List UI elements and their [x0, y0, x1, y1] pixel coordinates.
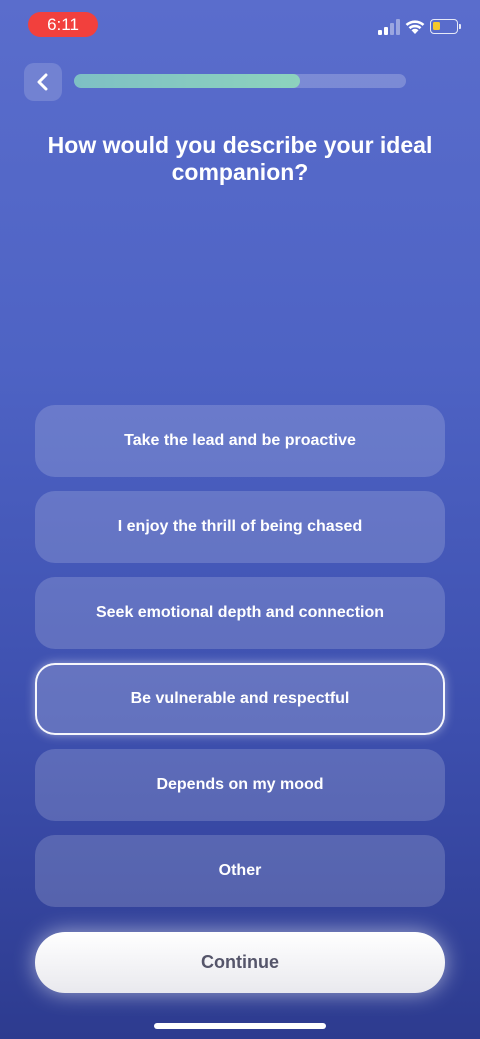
- option-button[interactable]: Take the lead and be proactive: [35, 405, 445, 477]
- chevron-left-icon: [37, 73, 48, 91]
- option-button[interactable]: Be vulnerable and respectful: [35, 663, 445, 735]
- option-button[interactable]: I enjoy the thrill of being chased: [35, 491, 445, 563]
- question-title: How would you describe your ideal compan…: [47, 132, 433, 185]
- battery-icon: [430, 19, 461, 34]
- continue-button[interactable]: Continue: [35, 932, 445, 993]
- option-button[interactable]: Depends on my mood: [35, 749, 445, 821]
- signal-icon: [378, 19, 400, 35]
- option-button[interactable]: Seek emotional depth and connection: [35, 577, 445, 649]
- wifi-icon: [405, 20, 425, 34]
- status-time: 6:11: [28, 12, 98, 37]
- home-indicator: [154, 1023, 326, 1029]
- options-list: Take the lead and be proactive I enjoy th…: [35, 405, 445, 921]
- battery-level: [433, 22, 440, 30]
- status-bar: 6:11: [0, 0, 480, 48]
- back-button[interactable]: [24, 63, 62, 101]
- progress-bar: [74, 74, 406, 88]
- progress-fill: [74, 74, 300, 88]
- option-button[interactable]: Other: [35, 835, 445, 907]
